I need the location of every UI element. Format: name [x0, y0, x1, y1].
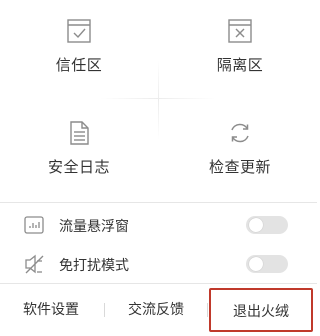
section-divider: [0, 202, 317, 203]
exit-button[interactable]: 退出火绒: [209, 288, 313, 332]
footer-bar: 软件设置 交流反馈 退出火绒: [0, 284, 317, 336]
do-not-disturb-icon: [25, 254, 44, 274]
quarantine-tile[interactable]: 隔离区: [165, 18, 315, 98]
feature-grid: 信任区 隔离区 安全日志 检查更新: [0, 0, 317, 198]
toggle-knob: [249, 218, 263, 232]
toggle-knob: [249, 257, 263, 271]
trust-zone-label: 信任区: [55, 56, 103, 74]
do-not-disturb-label: 免打扰模式: [59, 258, 129, 274]
traffic-chart-icon: [24, 216, 44, 234]
quarantine-label: 隔离区: [216, 56, 264, 74]
refresh-icon: [231, 123, 249, 143]
traffic-float-row: 流量悬浮窗: [0, 211, 317, 241]
feedback-button[interactable]: 交流反馈: [106, 284, 206, 336]
quarantine-box-icon: [228, 19, 252, 43]
document-log-icon: [70, 121, 89, 145]
security-log-label: 安全日志: [47, 158, 110, 176]
check-update-label: 检查更新: [208, 158, 271, 176]
grid-vertical-divider: [158, 60, 159, 140]
do-not-disturb-toggle[interactable]: [246, 255, 288, 273]
traffic-float-label: 流量悬浮窗: [59, 219, 129, 235]
trust-zone-tile[interactable]: 信任区: [4, 18, 154, 98]
footer-separator: [104, 303, 105, 317]
check-update-tile[interactable]: 检查更新: [165, 120, 315, 200]
security-log-tile[interactable]: 安全日志: [4, 120, 154, 200]
footer-separator: [207, 303, 208, 317]
shield-check-icon: [67, 19, 91, 43]
grid-horizontal-divider: [100, 98, 216, 99]
software-settings-button[interactable]: 软件设置: [0, 284, 102, 336]
traffic-float-toggle[interactable]: [246, 216, 288, 234]
do-not-disturb-row: 免打扰模式: [0, 250, 317, 280]
